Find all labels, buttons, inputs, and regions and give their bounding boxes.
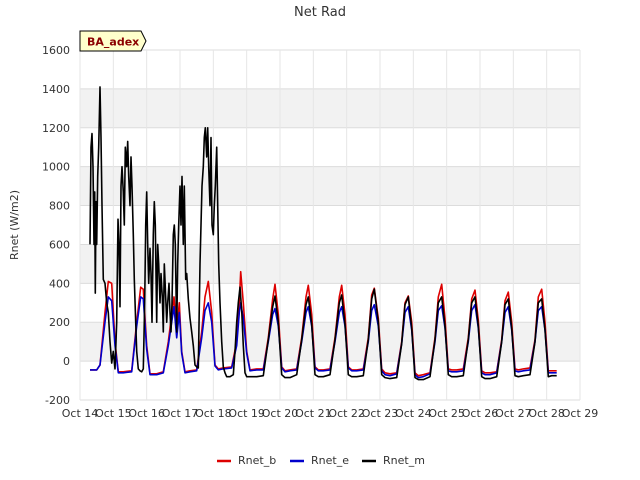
plot-band: [80, 88, 580, 128]
x-tick-label: Oct 20: [262, 407, 299, 420]
plot-band: [80, 127, 580, 167]
y-tick-label: 1000: [42, 161, 70, 174]
x-tick-label: Oct 18: [195, 407, 232, 420]
x-tick-label: Oct 28: [528, 407, 565, 420]
x-tick-label: Oct 17: [162, 407, 199, 420]
chart-title: Net Rad: [294, 5, 346, 20]
x-tick-label: Oct 24: [395, 407, 432, 420]
y-tick-label: 1200: [42, 122, 70, 135]
x-tick-label: Oct 23: [362, 407, 399, 420]
x-axis-ticks: Oct 14Oct 15Oct 16Oct 17Oct 18Oct 19Oct …: [62, 407, 599, 420]
x-tick-label: Oct 16: [128, 407, 165, 420]
x-tick-label: Oct 21: [295, 407, 332, 420]
net-rad-chart: Net Rad -200 0 200 400 600 800 1000 1200 1400 160…: [8, 5, 599, 467]
y-tick-label: 800: [49, 200, 70, 213]
y-tick-label: 400: [49, 277, 70, 290]
x-tick-label: Oct 29: [562, 407, 599, 420]
x-tick-label: Oct 19: [228, 407, 265, 420]
x-tick-label: Oct 27: [495, 407, 532, 420]
x-tick-label: Oct 26: [462, 407, 499, 420]
y-tick-label: -200: [45, 394, 70, 407]
y-tick-label: 200: [49, 316, 70, 329]
plot-band: [80, 166, 580, 206]
x-tick-label: Oct 22: [328, 407, 365, 420]
x-tick-label: Oct 14: [62, 407, 99, 420]
y-tick-label: 1600: [42, 44, 70, 57]
y-tick-label: 1400: [42, 83, 70, 96]
legend-label-rnet-m: Rnet_m: [383, 454, 425, 467]
station-tag-text: BA_adex: [87, 36, 139, 49]
station-tag: BA_adex: [79, 30, 147, 52]
y-axis-label: Rnet (W/m2): [8, 190, 21, 260]
x-tick-label: Oct 25: [428, 407, 465, 420]
y-tick-label: 600: [49, 238, 70, 251]
legend-label-rnet-b: Rnet_b: [238, 454, 276, 467]
legend: Rnet_b Rnet_e Rnet_m: [217, 454, 425, 467]
y-tick-label: 0: [63, 355, 70, 368]
x-tick-label: Oct 15: [95, 407, 132, 420]
y-axis-ticks: -200 0 200 400 600 800 1000 1200 1400 1600: [42, 44, 70, 407]
legend-label-rnet-e: Rnet_e: [311, 454, 349, 467]
plot-band: [80, 50, 580, 89]
plot-band: [80, 322, 580, 362]
